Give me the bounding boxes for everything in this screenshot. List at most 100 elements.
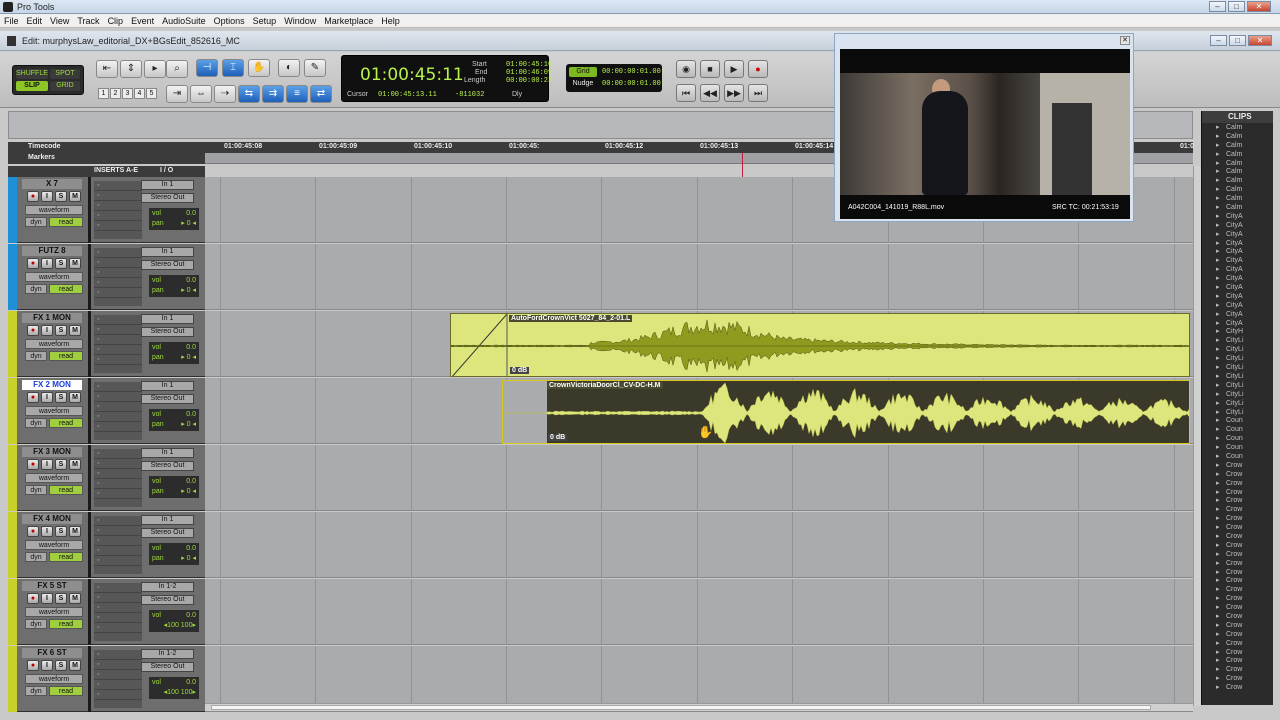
edit-maximize-button[interactable]: □ — [1229, 35, 1246, 46]
insert-slot[interactable]: ◦ — [94, 650, 142, 660]
link-timeline-icon[interactable]: ⇔ — [190, 85, 212, 103]
clips-list-item[interactable]: Crow — [1202, 656, 1273, 665]
automation-mode-selector[interactable]: read — [49, 351, 83, 361]
insert-slot[interactable]: ◦ — [94, 469, 142, 479]
vol-value[interactable]: 0.0 — [186, 343, 196, 353]
clips-list-item[interactable]: Crow — [1202, 585, 1273, 594]
track-height-icon[interactable]: ⇕ — [120, 60, 142, 78]
input-monitor-button[interactable]: I — [41, 526, 53, 537]
clips-list-item[interactable]: Crow — [1202, 576, 1273, 585]
clips-list-item[interactable]: Calm — [1202, 141, 1273, 150]
dly-label[interactable]: Dly — [512, 91, 522, 98]
track-header[interactable]: FX 4 MON ● I S M waveform dyn read ◦ ◦ ◦… — [8, 512, 205, 578]
clips-list-item[interactable]: CityLi — [1202, 372, 1273, 381]
automation-mode-selector[interactable]: read — [49, 418, 83, 428]
zoom-toggle-icon[interactable]: ⇤ — [96, 60, 118, 78]
zoom-preset-2[interactable]: 2 — [110, 88, 121, 99]
clips-list-item[interactable]: CityA — [1202, 265, 1273, 274]
spot-mode-button[interactable]: SPOT — [49, 69, 80, 79]
insert-slot[interactable]: ◦ — [94, 315, 142, 325]
track-name[interactable]: FX 3 MON — [22, 447, 82, 457]
menu-event[interactable]: Event — [127, 14, 158, 27]
clips-list-item[interactable]: Crow — [1202, 674, 1273, 683]
track-input-selector[interactable]: In 1-2 — [141, 649, 194, 659]
insertion-follows-icon[interactable]: ⇢ — [214, 85, 236, 103]
menu-window[interactable]: Window — [280, 14, 320, 27]
track-header[interactable]: FX 2 MON ● I S M waveform dyn read ◦ ◦ ◦… — [8, 378, 205, 444]
clip-fx2-gain[interactable]: 0 dB — [548, 434, 568, 441]
pencil-tool-icon[interactable]: ✎ — [304, 59, 326, 77]
main-counter-display[interactable]: 01:00:45:11 Start 01:00:45:10 End 01:00:… — [341, 55, 552, 102]
insert-slot[interactable]: ◦ — [94, 201, 142, 211]
menu-view[interactable]: View — [46, 14, 73, 27]
track-view-selector[interactable]: waveform — [25, 473, 83, 483]
track-output-selector[interactable]: Stereo Out — [141, 193, 194, 203]
track-name[interactable]: X 7 — [22, 179, 82, 189]
grabber-tool-icon[interactable]: ✋ — [248, 59, 270, 77]
nudge-icon[interactable]: ▸ — [144, 60, 166, 78]
track-name[interactable]: FX 1 MON — [22, 313, 82, 323]
clips-list-item[interactable]: CityA — [1202, 283, 1273, 292]
insert-slot[interactable]: ◦ — [94, 479, 142, 489]
grid-mode-button[interactable]: GRID — [49, 81, 80, 91]
clips-list-item[interactable]: Calm — [1202, 150, 1273, 159]
clips-list-item[interactable]: Coun — [1202, 452, 1273, 461]
clips-list-item[interactable]: Calm — [1202, 203, 1273, 212]
stop-button-icon[interactable]: ■ — [700, 60, 720, 78]
pan-value[interactable]: ▸ 0 ◂ — [181, 353, 196, 363]
clips-list-item[interactable]: CityA — [1202, 239, 1273, 248]
insert-slot[interactable]: ◦ — [94, 459, 142, 469]
mute-button[interactable]: M — [69, 191, 81, 202]
solo-button[interactable]: S — [55, 660, 67, 671]
insert-slot[interactable]: ◦ — [94, 690, 142, 700]
automation-mode-selector[interactable]: read — [49, 217, 83, 227]
clips-list-item[interactable]: Crow — [1202, 541, 1273, 550]
clips-list-item[interactable]: Crow — [1202, 532, 1273, 541]
nudge-toggle[interactable]: Nudge — [569, 79, 597, 89]
track-output-selector[interactable]: Stereo Out — [141, 394, 194, 404]
record-enable-button[interactable]: ● — [27, 325, 39, 336]
scrubber-tool-icon[interactable]: ◐ — [278, 59, 300, 77]
keyboard-focus-icon[interactable]: ≡ — [286, 85, 308, 103]
vol-value[interactable]: 0.0 — [186, 410, 196, 420]
zoom-preset-4[interactable]: 4 — [134, 88, 145, 99]
clips-list-item[interactable]: CityA — [1202, 292, 1273, 301]
shuffle-mode-button[interactable]: SHUFFLE — [16, 69, 48, 79]
insert-slot[interactable]: ◦ — [94, 392, 142, 402]
clips-list-item[interactable]: Crow — [1202, 470, 1273, 479]
clips-list-item[interactable]: CityA — [1202, 256, 1273, 265]
menu-clip[interactable]: Clip — [104, 14, 128, 27]
rewind-icon[interactable]: ◀◀ — [700, 84, 720, 102]
pan-value[interactable]: ▸ 0 ◂ — [181, 420, 196, 430]
solo-button[interactable]: S — [55, 325, 67, 336]
track-lane[interactable] — [205, 512, 1193, 578]
menu-audiosuite[interactable]: AudioSuite — [158, 14, 210, 27]
return-to-zero-icon[interactable]: ⏮ — [676, 84, 696, 102]
input-monitor-button[interactable]: I — [41, 660, 53, 671]
track-output-selector[interactable]: Stereo Out — [141, 260, 194, 270]
input-monitor-button[interactable]: I — [41, 392, 53, 403]
clips-list-item[interactable]: Crow — [1202, 550, 1273, 559]
clips-list-item[interactable]: CityLi — [1202, 354, 1273, 363]
clips-list-item[interactable]: CityLi — [1202, 336, 1273, 345]
insert-slot[interactable]: ◦ — [94, 583, 142, 593]
input-monitor-button[interactable]: I — [41, 459, 53, 470]
track-header[interactable]: FX 6 ST ● I S M waveform dyn read ◦ ◦ ◦ … — [8, 646, 205, 712]
clips-list-item[interactable]: Crow — [1202, 612, 1273, 621]
menu-track[interactable]: Track — [73, 14, 103, 27]
clips-list-item[interactable]: Crow — [1202, 514, 1273, 523]
clips-list-item[interactable]: Crow — [1202, 479, 1273, 488]
horizontal-scrollbar[interactable] — [205, 703, 1193, 711]
mute-button[interactable]: M — [69, 325, 81, 336]
track-output-selector[interactable]: Stereo Out — [141, 662, 194, 672]
solo-button[interactable]: S — [55, 593, 67, 604]
insert-slot[interactable]: ◦ — [94, 489, 142, 499]
insert-slot[interactable]: ◦ — [94, 660, 142, 670]
track-output-selector[interactable]: Stereo Out — [141, 528, 194, 538]
insert-slot[interactable]: ◦ — [94, 546, 142, 556]
clips-list-item[interactable]: CityA — [1202, 274, 1273, 283]
clips-list-item[interactable]: CityA — [1202, 319, 1273, 328]
insert-slot[interactable]: ◦ — [94, 258, 142, 268]
insert-slot[interactable]: ◦ — [94, 211, 142, 221]
track-name[interactable]: FUTZ 8 — [22, 246, 82, 256]
